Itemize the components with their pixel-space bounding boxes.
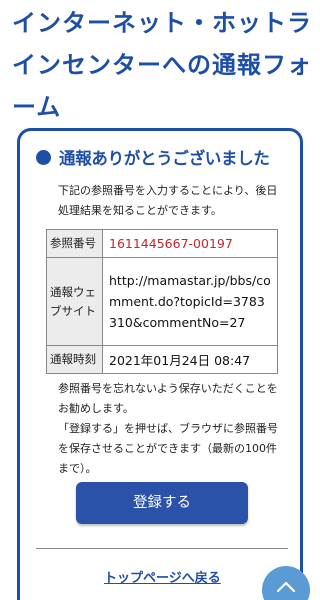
bullet-icon — [36, 149, 51, 165]
card-heading: 通報ありがとうございました — [36, 145, 296, 169]
table-row: 通報ウェブサイト http://mamastar.jp/bbs/comment.… — [46, 257, 278, 346]
ref-value: 1611445667-00197 — [102, 229, 278, 258]
report-confirmation-card: 通報ありがとうございました 下記の参照番号を入力することにより、後日処理結果を知… — [17, 128, 303, 600]
time-label: 通報時刻 — [46, 345, 103, 374]
time-value: 2021年01月24日 08:47 — [102, 345, 278, 374]
table-row: 参照番号 1611445667-00197 — [46, 229, 278, 258]
save-note: 参照番号を忘れないよう保存いただくことをお勧めします。 「登録する」を押せば、ブ… — [58, 379, 280, 479]
divider — [36, 548, 288, 549]
url-value: http://mamastar.jp/bbs/comment.do?topicI… — [102, 257, 278, 346]
ref-label: 参照番号 — [46, 229, 103, 258]
chevron-up-icon — [276, 581, 296, 593]
intro-text: 下記の参照番号を入力することにより、後日処理結果を知ることができます。 — [58, 184, 278, 217]
table-row: 通報時刻 2021年01月24日 08:47 — [46, 345, 278, 374]
note-line: 「登録する」を押せば、ブラウザに参照番号を保存させることができます（最新の100… — [58, 422, 278, 475]
url-label: 通報ウェブサイト — [46, 257, 103, 346]
register-button[interactable]: 登録する — [76, 482, 248, 524]
note-line: 参照番号を忘れないよう保存いただくことをお勧めします。 — [58, 382, 278, 415]
page-title: インターネット・ホットラインセンターへの通報フォーム — [12, 9, 312, 121]
heading-text: 通報ありがとうございました — [59, 149, 270, 168]
report-info-table: 参照番号 1611445667-00197 通報ウェブサイト http://ma… — [46, 229, 278, 374]
top-page-link[interactable]: トップページへ戻る — [104, 567, 221, 586]
